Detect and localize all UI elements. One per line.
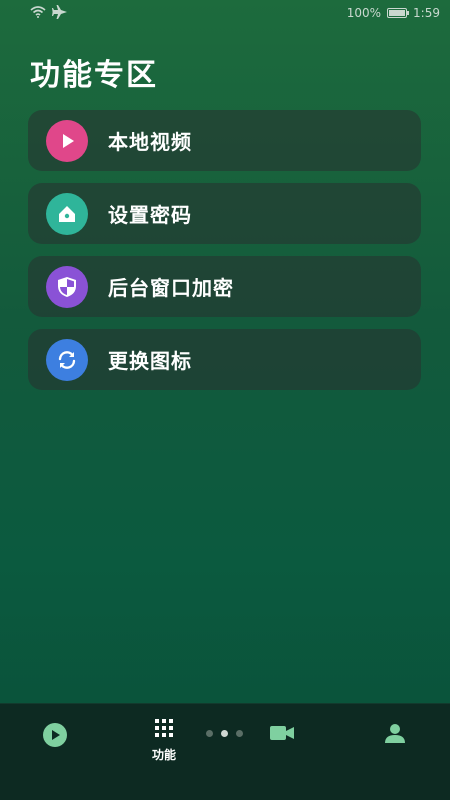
page-dot-active [221,730,228,737]
menu-item-local-video[interactable]: 本地视频 [28,110,421,171]
page-title: 功能专区 [30,58,158,93]
airplane-icon [52,4,68,22]
page-dot [236,730,243,737]
menu-item-label: 设置密码 [108,203,192,227]
nav-tab-videos[interactable] [42,722,68,752]
menu-item-set-password[interactable]: 设置密码 [28,183,421,244]
bottom-nav: 功能 [0,703,450,800]
play-icon [42,722,68,752]
page-dot [206,730,213,737]
battery-percent: 100% [346,6,382,20]
feature-menu: 本地视频 设置密码 后台窗口加密 更换图标 [28,110,421,402]
nav-tab-profile[interactable] [383,722,407,748]
refresh-icon [46,338,88,381]
menu-item-label: 更换图标 [108,349,192,373]
user-icon [383,722,407,748]
video-camera-icon [269,724,295,746]
menu-item-change-icon[interactable]: 更换图标 [28,329,421,390]
nav-tab-label: 功能 [152,748,177,762]
status-time: 1:59 [413,6,440,20]
wifi-icon [30,5,46,21]
nav-tab-features[interactable]: 功能 [152,718,176,763]
battery-icon [387,8,410,18]
menu-item-background-window-encrypt[interactable]: 后台窗口加密 [28,256,421,317]
status-bar: 100% 1:59 [0,0,450,26]
nav-tab-record[interactable] [269,724,295,746]
page-indicator [206,730,243,737]
grid-icon [154,718,174,742]
menu-item-label: 后台窗口加密 [108,276,234,300]
play-icon [46,119,88,162]
menu-item-label: 本地视频 [108,130,192,154]
shield-icon [46,265,88,308]
home-lock-icon [46,192,88,235]
